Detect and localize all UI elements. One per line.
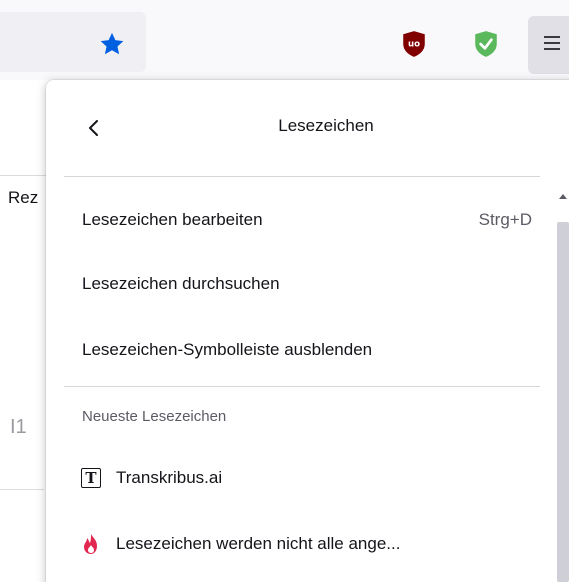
navigation-toolbar: uo [0, 0, 569, 80]
page-tab-text: Rez [8, 188, 39, 207]
shortcut-label: Strg+D [478, 210, 532, 229]
transkribus-favicon-icon: T [80, 467, 102, 489]
panel-scrollbar[interactable] [557, 182, 569, 582]
bookmark-label: Transkribus.ai [116, 468, 223, 487]
ublock-origin-icon[interactable]: uo [401, 30, 427, 58]
app-menu-button[interactable] [528, 16, 569, 74]
recent-bookmarks-heading: Neueste Lesezeichen [82, 408, 227, 425]
search-bookmarks-item[interactable]: Lesezeichen durchsuchen [66, 264, 536, 304]
svg-text:uo: uo [408, 40, 420, 50]
scroll-up-arrow-icon[interactable] [559, 194, 567, 199]
menu-item-label: Lesezeichen bearbeiten [82, 210, 263, 229]
section-separator [64, 386, 540, 387]
edit-bookmark-item[interactable]: Lesezeichen bearbeiten Strg+D [66, 200, 536, 240]
scrollbar-thumb[interactable] [557, 222, 569, 582]
bookmarks-panel: Lesezeichen Lesezeichen bearbeiten Strg+… [46, 80, 569, 582]
header-separator [64, 176, 540, 177]
browser-window: uo Rez I1 Lesezeichen Lesezeichen bearbe… [0, 0, 569, 582]
bookmark-label: Lesezeichen werden nicht alle ange... [116, 534, 401, 553]
bookmark-item-transkribus[interactable]: T Transkribus.ai [66, 458, 536, 498]
panel-header: Lesezeichen [46, 80, 569, 176]
panel-title: Lesezeichen [278, 116, 374, 135]
page-text: I1 [10, 416, 27, 438]
hide-bookmarks-toolbar-item[interactable]: Lesezeichen-Symbolleiste ausblenden [66, 330, 536, 370]
flame-icon [80, 533, 102, 555]
hamburger-menu-icon [544, 36, 560, 50]
favicon-letter: T [81, 468, 101, 488]
menu-item-label: Lesezeichen-Symbolleiste ausblenden [82, 340, 373, 359]
privacy-shield-icon[interactable] [473, 30, 499, 58]
bookmark-item-notice[interactable]: Lesezeichen werden nicht alle ange... [66, 524, 536, 564]
page-divider [0, 489, 44, 490]
menu-item-label: Lesezeichen durchsuchen [82, 274, 280, 293]
bookmark-star-icon[interactable] [98, 30, 126, 58]
